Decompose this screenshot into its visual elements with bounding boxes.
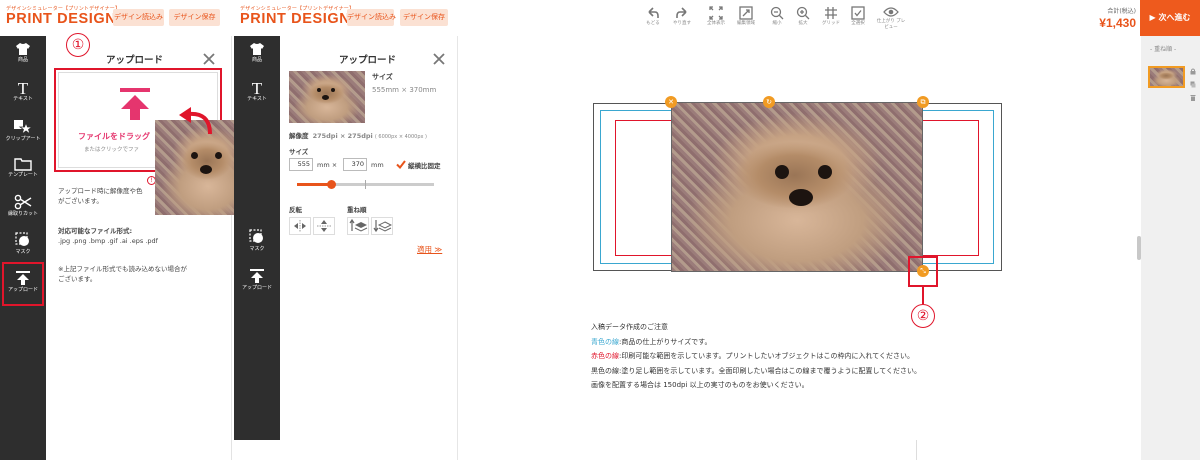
- scale-slider[interactable]: [297, 180, 434, 189]
- undo-button[interactable]: もどる: [638, 6, 668, 27]
- flip-vertical-icon: [317, 220, 331, 232]
- upload-icon: [250, 269, 264, 283]
- flip-horizontal-icon: [294, 220, 306, 232]
- sidebar2-item-upload[interactable]: アップロード: [234, 268, 280, 292]
- edit-area-icon: [739, 6, 753, 20]
- sidebar-item-cutout[interactable]: 縁取りカット: [0, 194, 46, 218]
- tool-sidebar: 商品 T テキスト クリップアート テンプレート 縁取りカット マスク アップロ…: [0, 36, 46, 460]
- edit-area-button[interactable]: 編集領域: [731, 6, 761, 27]
- scale-slider-fill: [297, 183, 332, 186]
- upload-arrow-icon: [120, 88, 150, 120]
- step-1-marker: ①: [66, 33, 90, 57]
- layer-item-photo[interactable]: [1148, 66, 1185, 88]
- zoom-in-icon: [796, 6, 810, 20]
- unit-label-2: mm: [371, 161, 384, 169]
- flip-horizontal-button[interactable]: [289, 217, 311, 235]
- sidebar-item-template[interactable]: テンプレート: [0, 157, 46, 179]
- sidebar-item-text[interactable]: T テキスト: [0, 79, 46, 103]
- load-design-button-2[interactable]: デザイン読込み: [347, 9, 396, 26]
- text-t-icon: T: [252, 79, 263, 95]
- scissors-icon: [14, 194, 32, 210]
- mask-icon: [15, 232, 29, 246]
- slider-center-tick: [365, 180, 366, 189]
- keep-ratio-label: 縦横比固定: [408, 162, 441, 170]
- step-2-leader-line: [922, 287, 924, 304]
- resolution-info: 解像度 275dpi × 275dpi ( 6000px × 4000px ): [289, 132, 428, 140]
- tool-sidebar-2: 商品 T テキスト マスク アップロード: [234, 36, 280, 440]
- total-price: ¥1,430: [1099, 16, 1136, 30]
- svg-text:T: T: [252, 79, 263, 95]
- flip-vertical-button[interactable]: [313, 217, 335, 235]
- drop-zone-subtext: またはクリックでファ: [84, 147, 140, 153]
- upload-panel-title: アップロード: [106, 55, 164, 66]
- upload-panel-2-title: アップロード: [339, 55, 397, 66]
- select-all-button[interactable]: 全選択: [843, 6, 873, 27]
- layer-delete-icon[interactable]: [1190, 86, 1196, 101]
- sidebar-item-mask[interactable]: マスク: [0, 232, 46, 256]
- drag-arrow-icon: [179, 107, 212, 135]
- save-design-button-2[interactable]: デザイン保存: [400, 9, 448, 26]
- format-note: ※上記ファイル形式でも読み込めない場合が ございます。: [58, 265, 187, 283]
- svg-text:T: T: [18, 79, 29, 95]
- grid-button[interactable]: グリッド: [816, 6, 846, 27]
- bring-forward-button[interactable]: [347, 217, 369, 235]
- bottom-divider: [916, 440, 917, 460]
- print-notes: 入稿データ作成のご注意 青色の線:商品の仕上がりサイズです。 赤色の線:印刷可能…: [591, 323, 922, 389]
- zoom-out-icon: [770, 6, 784, 20]
- drop-zone-text: ファイルをドラッグ: [78, 132, 150, 141]
- text-t-icon: T: [18, 79, 29, 95]
- formats-info: 対応可能なファイル形式: .jpg .png .bmp .gif .ai .ep…: [58, 227, 158, 245]
- total-label: 合計(税込): [1107, 8, 1136, 15]
- fit-screen-icon: [709, 6, 723, 20]
- sidebar2-item-mask[interactable]: マスク: [234, 229, 280, 253]
- tshirt-icon: [250, 43, 264, 55]
- layers-title: - 重ね順 -: [1150, 46, 1177, 53]
- preview-button[interactable]: 仕上がり プレビュー: [876, 6, 906, 30]
- uploaded-thumbnail[interactable]: [289, 71, 365, 123]
- folder-icon: [14, 158, 32, 171]
- bring-forward-icon: [349, 218, 368, 232]
- preview-eye-icon: [883, 7, 899, 17]
- redo-button[interactable]: やり直す: [667, 6, 697, 27]
- fit-screen-button[interactable]: 全体表示: [701, 6, 731, 27]
- duplicate-handle-icon[interactable]: ⧉: [917, 96, 929, 108]
- upload-desc: アップロード時に解像度や色 がございます。: [58, 187, 143, 205]
- delete-handle-icon[interactable]: ✕: [665, 96, 677, 108]
- close-icon[interactable]: [202, 52, 216, 66]
- tshirt-icon: [16, 43, 30, 55]
- unit-label-1: mm ×: [317, 161, 338, 169]
- placed-photo[interactable]: [671, 102, 923, 272]
- sidebar-item-product[interactable]: 商品: [0, 42, 46, 64]
- height-input[interactable]: 370: [343, 158, 367, 171]
- flip-label: 反転: [289, 206, 302, 214]
- keep-ratio-check-icon[interactable]: [396, 160, 406, 169]
- next-step-button[interactable]: ▶ 次へ進む: [1140, 0, 1200, 36]
- zoom-in-button[interactable]: 拡大: [788, 6, 818, 27]
- sidebar2-item-product[interactable]: 商品: [234, 42, 280, 64]
- undo-icon: [648, 7, 659, 18]
- apply-link[interactable]: 適用 ≫: [417, 244, 442, 255]
- send-backward-button[interactable]: [371, 217, 393, 235]
- mask-icon: [249, 229, 263, 243]
- sidebar-item-clipart[interactable]: クリップアート: [0, 119, 46, 143]
- layer-copy-icon[interactable]: [1190, 73, 1196, 88]
- sidebar2-item-text[interactable]: T テキスト: [234, 79, 280, 103]
- order-label: 重ね順: [347, 206, 367, 214]
- redo-icon: [676, 7, 687, 18]
- resize-handle-highlight: [908, 256, 938, 287]
- active-sidebar-highlight: [2, 262, 44, 306]
- clipart-star-icon: [14, 120, 33, 135]
- send-backward-icon: [373, 220, 393, 233]
- select-all-icon: [851, 6, 865, 20]
- size-heading: サイズ: [372, 73, 393, 81]
- rotate-handle-icon[interactable]: ↻: [763, 96, 775, 108]
- close-icon[interactable]: [432, 52, 446, 66]
- size-value: 555mm × 370mm: [372, 86, 437, 94]
- load-design-button[interactable]: デザイン読込み: [113, 9, 164, 26]
- grid-icon: [825, 7, 837, 19]
- save-design-button[interactable]: デザイン保存: [169, 9, 220, 26]
- layer-lock-icon[interactable]: [1190, 60, 1196, 75]
- size-section-label: サイズ: [289, 148, 309, 156]
- width-input[interactable]: 555: [289, 158, 313, 171]
